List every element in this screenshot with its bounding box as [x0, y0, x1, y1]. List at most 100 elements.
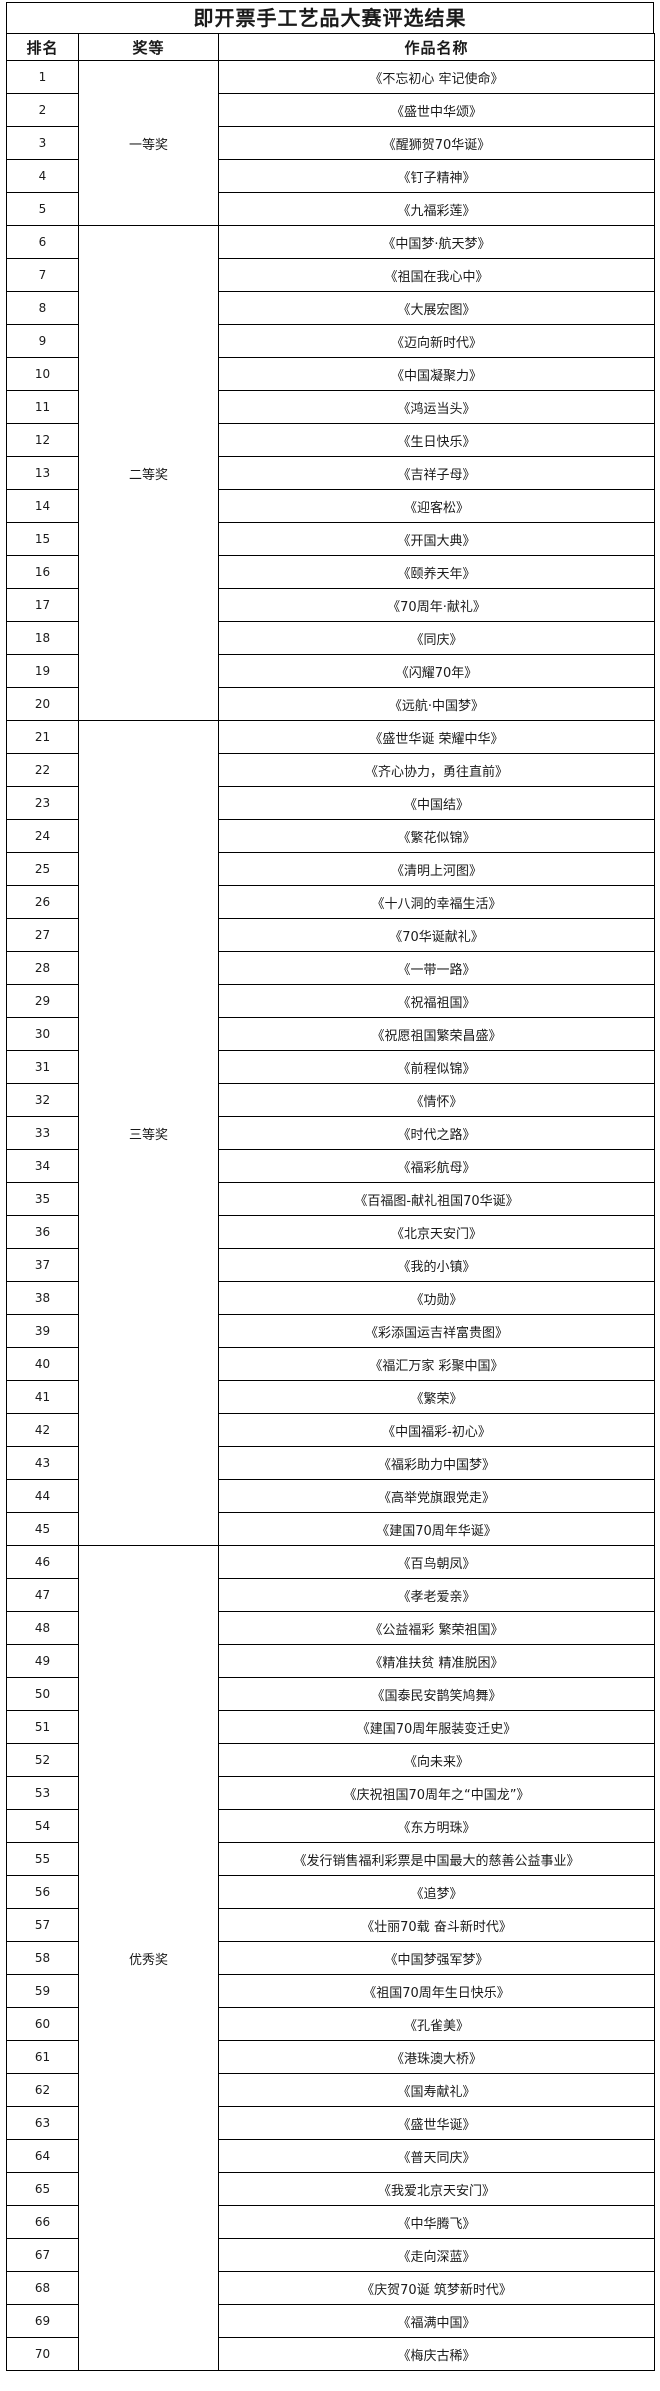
prize-cell: 三等奖 — [78, 720, 219, 1546]
rank-cell: 47 — [6, 1578, 79, 1612]
rank-cell: 54 — [6, 1809, 79, 1843]
work-name-cell: 《向未来》 — [218, 1743, 655, 1777]
rank-cell: 58 — [6, 1941, 79, 1975]
table-row: 21 三等奖 《盛世华诞 荣耀中华》 — [6, 720, 655, 1546]
work-name-cell: 《中国凝聚力》 — [218, 357, 655, 391]
work-name-cell: 《中华腾飞》 — [218, 2205, 655, 2239]
work-name-cell: 《不忘初心 牢记使命》 — [218, 60, 655, 94]
rank-cell: 16 — [6, 555, 79, 589]
page-title: 即开票手工艺品大赛评选结果 — [6, 2, 654, 33]
work-name-cell: 《孝老爱亲》 — [218, 1578, 655, 1612]
work-name-cell: 《百福图-献礼祖国70华诞》 — [218, 1182, 655, 1216]
work-name-cell: 《开国大典》 — [218, 522, 655, 556]
rank-cell: 43 — [6, 1446, 79, 1480]
rank-cell: 45 — [6, 1512, 79, 1546]
work-name-cell: 《闪耀70年》 — [218, 654, 655, 688]
work-name-cell: 《鸿运当头》 — [218, 390, 655, 424]
rank-cell: 31 — [6, 1050, 79, 1084]
prize-cell: 一等奖 — [78, 60, 219, 226]
work-name-cell: 《福彩助力中国梦》 — [218, 1446, 655, 1480]
rank-cell: 38 — [6, 1281, 79, 1315]
work-name-cell: 《国泰民安鹊笑鸠舞》 — [218, 1677, 655, 1711]
rank-cell: 39 — [6, 1314, 79, 1348]
work-name-cell: 《庆贺70诞 筑梦新时代》 — [218, 2271, 655, 2305]
work-name-cell: 《中国梦·航天梦》 — [218, 225, 655, 259]
work-name-cell: 《建国70周年华诞》 — [218, 1512, 655, 1546]
prize-cell: 二等奖 — [78, 225, 219, 721]
work-name-cell: 《福满中国》 — [218, 2304, 655, 2338]
rank-cell: 49 — [6, 1644, 79, 1678]
rank-cell: 3 — [6, 126, 79, 160]
rank-cell: 53 — [6, 1776, 79, 1810]
rank-cell: 51 — [6, 1710, 79, 1744]
rank-cell: 50 — [6, 1677, 79, 1711]
rank-cell: 35 — [6, 1182, 79, 1216]
work-name-cell: 《清明上河图》 — [218, 852, 655, 886]
rank-cell: 44 — [6, 1479, 79, 1513]
work-name-cell: 《建国70周年服装变迁史》 — [218, 1710, 655, 1744]
work-name-cell: 《繁荣》 — [218, 1380, 655, 1414]
work-name-cell: 《吉祥子母》 — [218, 456, 655, 490]
work-name-cell: 《百鸟朝凤》 — [218, 1545, 655, 1579]
rank-cell: 62 — [6, 2073, 79, 2107]
rank-cell: 10 — [6, 357, 79, 391]
rank-cell: 67 — [6, 2238, 79, 2272]
work-name-cell: 《中国梦强军梦》 — [218, 1941, 655, 1975]
work-name-cell: 《功勋》 — [218, 1281, 655, 1315]
rank-cell: 27 — [6, 918, 79, 952]
rank-cell: 5 — [6, 192, 79, 226]
work-name-cell: 《祖国在我心中》 — [218, 258, 655, 292]
rank-cell: 20 — [6, 687, 79, 721]
rank-cell: 37 — [6, 1248, 79, 1282]
rank-cell: 34 — [6, 1149, 79, 1183]
rank-cell: 18 — [6, 621, 79, 655]
rank-cell: 64 — [6, 2139, 79, 2173]
work-name-cell: 《北京天安门》 — [218, 1215, 655, 1249]
rank-cell: 9 — [6, 324, 79, 358]
work-name-cell: 《祝愿祖国繁荣昌盛》 — [218, 1017, 655, 1051]
work-name-cell: 《发行销售福利彩票是中国最大的慈善公益事业》 — [218, 1842, 655, 1876]
header-work: 作品名称 — [218, 33, 655, 61]
rank-cell: 42 — [6, 1413, 79, 1447]
work-name-cell: 《时代之路》 — [218, 1116, 655, 1150]
work-name-cell: 《齐心协力，勇往直前》 — [218, 753, 655, 787]
rank-cell: 26 — [6, 885, 79, 919]
work-name-cell: 《前程似锦》 — [218, 1050, 655, 1084]
work-name-cell: 《70周年·献礼》 — [218, 588, 655, 622]
work-name-cell: 《迈向新时代》 — [218, 324, 655, 358]
rank-cell: 68 — [6, 2271, 79, 2305]
work-name-cell: 《一带一路》 — [218, 951, 655, 985]
work-name-cell: 《盛世华诞》 — [218, 2106, 655, 2140]
work-name-cell: 《九福彩莲》 — [218, 192, 655, 226]
table-row: 46 优秀奖 《百鸟朝凤》 — [6, 1545, 655, 2371]
work-name-cell: 《孔雀美》 — [218, 2007, 655, 2041]
rank-cell: 14 — [6, 489, 79, 523]
work-name-cell: 《大展宏图》 — [218, 291, 655, 325]
rank-cell: 32 — [6, 1083, 79, 1117]
rank-cell: 2 — [6, 93, 79, 127]
rank-cell: 55 — [6, 1842, 79, 1876]
work-name-cell: 《公益福彩 繁荣祖国》 — [218, 1611, 655, 1645]
rank-cell: 30 — [6, 1017, 79, 1051]
rank-cell: 40 — [6, 1347, 79, 1381]
results-table: 排名 奖等 作品名称 1 一等奖 《不忘初心 牢记使命》 2 《盛世中华颂》 3 《醒狮贺7… — [6, 33, 655, 2371]
rank-cell: 1 — [6, 60, 79, 94]
work-name-cell: 《庆祝祖国70周年之“中国龙”》 — [218, 1776, 655, 1810]
work-name-cell: 《我爱北京天安门》 — [218, 2172, 655, 2206]
rank-cell: 19 — [6, 654, 79, 688]
table-body: 1 一等奖 《不忘初心 牢记使命》 2 《盛世中华颂》 3 《醒狮贺70华诞》 4 《钉子精神》… — [6, 60, 655, 2371]
rank-cell: 24 — [6, 819, 79, 853]
work-name-cell: 《中国福彩-初心》 — [218, 1413, 655, 1447]
rank-cell: 17 — [6, 588, 79, 622]
results-sheet: 即开票手工艺品大赛评选结果 排名 奖等 作品名称 1 一等奖 《不忘初心 牢记使命》… — [6, 2, 655, 2371]
work-name-cell: 《祝福祖国》 — [218, 984, 655, 1018]
work-name-cell: 《福彩航母》 — [218, 1149, 655, 1183]
work-name-cell: 《迎客松》 — [218, 489, 655, 523]
table-header: 排名 奖等 作品名称 — [6, 33, 655, 61]
rank-cell: 46 — [6, 1545, 79, 1579]
work-name-cell: 《祖国70周年生日快乐》 — [218, 1974, 655, 2008]
rank-cell: 15 — [6, 522, 79, 556]
rank-cell: 22 — [6, 753, 79, 787]
work-name-cell: 《70华诞献礼》 — [218, 918, 655, 952]
work-name-cell: 《醒狮贺70华诞》 — [218, 126, 655, 160]
